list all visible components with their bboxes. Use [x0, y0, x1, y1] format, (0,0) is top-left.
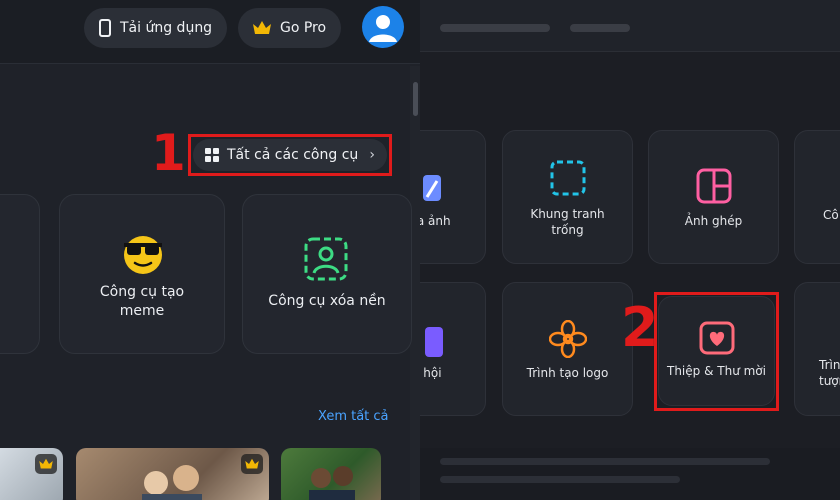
tool-card-partial-right-label: Cô: [823, 208, 839, 222]
dashed-frame-icon: [550, 160, 586, 196]
left-panel: Tải ứng dụng Go Pro Tất cả các công cụ ›…: [0, 0, 420, 500]
see-all-link[interactable]: Xem tất cả: [318, 409, 389, 424]
family-photo-image: [309, 466, 355, 500]
right-panel: sửa ảnh Khung tranh trống Ảnh ghép Cô xã…: [420, 0, 840, 500]
go-pro-button[interactable]: Go Pro: [238, 8, 341, 48]
highlight-box-1: [188, 134, 392, 176]
crown-icon: [39, 458, 53, 469]
tool-card-partial-right[interactable]: Cô: [794, 130, 840, 264]
download-app-button[interactable]: Tải ứng dụng: [84, 8, 227, 48]
highlight-box-2: [654, 292, 779, 411]
tool-card-blank-frame-label: Khung tranh trống: [530, 207, 605, 237]
crown-icon: [245, 458, 259, 469]
scrollbar-thumb[interactable]: [413, 82, 418, 116]
template-thumbnail-3[interactable]: [281, 448, 381, 500]
user-icon: [369, 15, 397, 42]
tool-card-meme[interactable]: Công cụ tạo meme: [59, 194, 225, 354]
flower-icon: [549, 320, 587, 358]
step-number-1: 1: [151, 124, 186, 182]
tool-card-meme-label: Công cụ tạo meme: [99, 284, 185, 319]
blurred-top-bar: [420, 0, 840, 52]
tool-card-partial-right-2-label: Trìn tượn: [819, 358, 840, 388]
avatar[interactable]: [362, 6, 404, 48]
tool-card-blank-frame[interactable]: Khung tranh trống: [502, 130, 633, 264]
tool-card-collage[interactable]: Ảnh ghép: [648, 130, 779, 264]
person-frame-icon: [304, 237, 348, 281]
download-app-label: Tải ứng dụng: [120, 20, 213, 36]
tool-card-partial[interactable]: [0, 194, 40, 354]
step-number-2: 2: [621, 296, 659, 359]
go-pro-label: Go Pro: [280, 20, 327, 36]
tool-card-collage-label: Ảnh ghép: [684, 214, 743, 228]
tool-card-photo-edit-label: sửa ảnh: [420, 214, 451, 228]
tool-card-social-label: xã hội: [420, 366, 442, 380]
thumbs-up-icon: [425, 327, 443, 357]
blurred-text: [440, 24, 550, 32]
template-thumbnail-2[interactable]: [76, 448, 269, 500]
top-bar: Tải ứng dụng Go Pro: [0, 0, 420, 64]
collage-icon: [696, 168, 732, 204]
magic-edit-icon: [423, 175, 441, 201]
tool-card-logo-maker-label: Trình tạo logo: [526, 366, 609, 380]
phone-icon: [99, 19, 111, 37]
tool-card-partial-right-2[interactable]: Trìn tượn: [794, 282, 840, 416]
family-photo-image: [142, 465, 202, 500]
blurred-text: [440, 458, 770, 465]
premium-badge: [241, 454, 263, 474]
blurred-bottom-bar: [420, 448, 840, 500]
sunglasses-emoji-icon: [124, 236, 162, 274]
blurred-text: [570, 24, 630, 32]
tool-card-social[interactable]: xã hội: [420, 282, 486, 416]
tool-card-logo-maker[interactable]: Trình tạo logo: [502, 282, 633, 416]
crown-icon: [253, 21, 271, 34]
premium-badge: [35, 454, 57, 474]
tool-card-remove-background-label: Công cụ xóa nền: [268, 293, 386, 309]
tool-card-photo-edit[interactable]: sửa ảnh: [420, 130, 486, 264]
tool-card-remove-background[interactable]: Công cụ xóa nền: [242, 194, 412, 354]
template-thumbnail-1[interactable]: [0, 448, 63, 500]
blurred-text: [440, 476, 680, 483]
